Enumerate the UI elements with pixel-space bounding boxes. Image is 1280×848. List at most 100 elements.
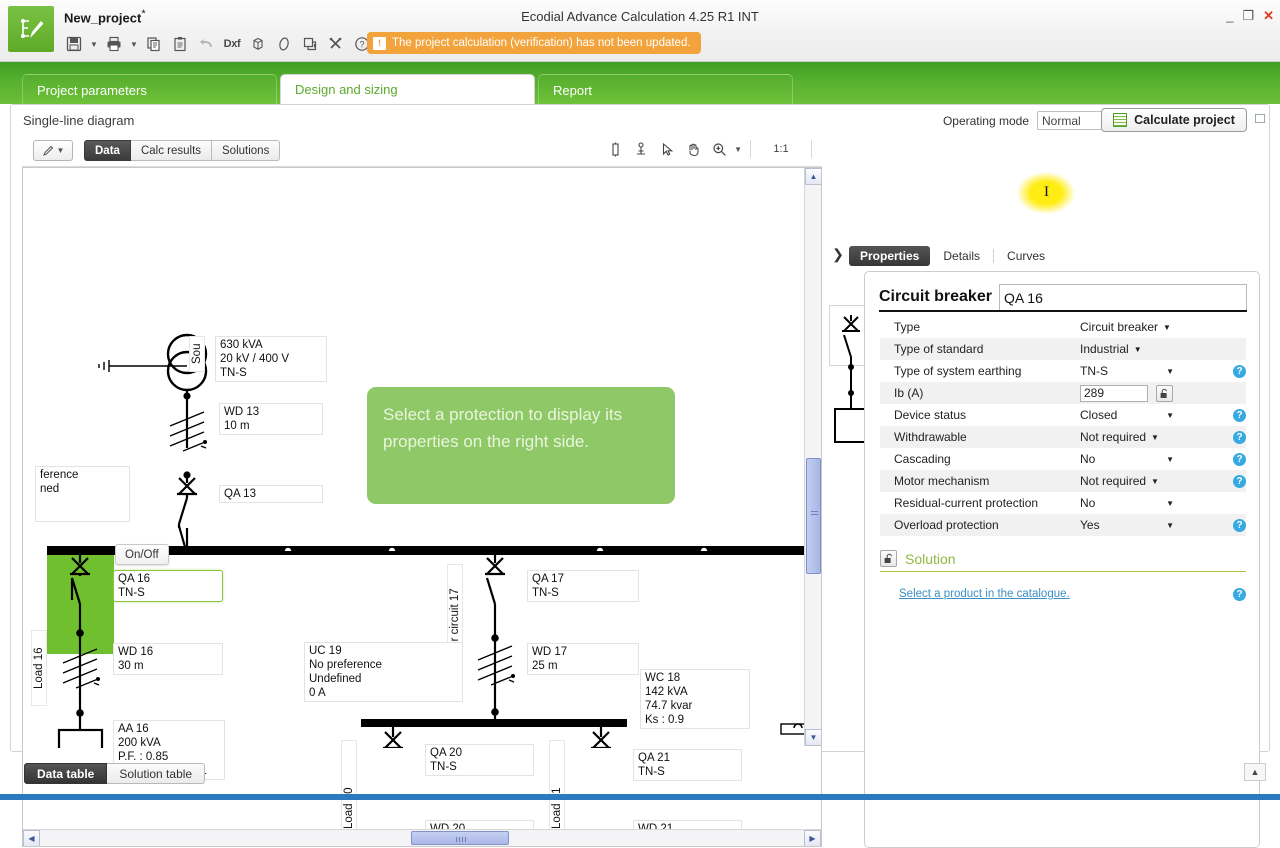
ellipse-icon[interactable] xyxy=(272,32,296,56)
property-value-system-earthing[interactable]: TN-S ▼ xyxy=(1080,364,1210,378)
qa21-label[interactable]: QA 21 TN-S xyxy=(633,749,742,781)
property-value-type-of-standard[interactable]: Industrial ▼ xyxy=(1080,342,1210,356)
chevron-down-icon: ▼ xyxy=(1166,520,1174,530)
chevron-down-icon: ▼ xyxy=(56,146,65,155)
property-row-residual-current-protection: Residual-current protection No ▼ xyxy=(880,492,1246,514)
help-icon-withdrawable[interactable]: ? xyxy=(1233,430,1246,444)
tab-curves[interactable]: Curves xyxy=(996,246,1056,266)
chevron-down-icon: ▼ xyxy=(1166,410,1174,420)
property-value-motor-mechanism[interactable]: Not required ▼ xyxy=(1080,474,1210,488)
qa17-label[interactable]: QA 17 TN-S xyxy=(527,570,639,602)
reference-label[interactable]: ference ned xyxy=(35,466,130,522)
property-value-device-status[interactable]: Closed ▼ xyxy=(1080,408,1210,422)
collapse-bottom-panel-button[interactable]: ▲ xyxy=(1244,763,1266,781)
properties-panel: Circuit breaker QA 16 Type Circuit break… xyxy=(864,271,1260,848)
tab-data[interactable]: Data xyxy=(84,140,131,161)
element-name-input[interactable]: QA 16 xyxy=(998,284,1247,310)
tab-project-parameters[interactable]: Project parameters xyxy=(22,74,277,104)
zoom-dropdown-caret-icon[interactable]: ▼ xyxy=(734,145,742,154)
panel-restore-icon[interactable] xyxy=(1255,114,1265,123)
transformer-label[interactable]: 630 kVA 20 kV / 400 V TN-S xyxy=(215,336,327,382)
chevron-down-icon: ▼ xyxy=(1133,344,1142,354)
title-bar: New_project* Ecodial Advance Calculation… xyxy=(0,0,1280,62)
restore-button[interactable]: ❐ xyxy=(1242,9,1254,22)
tab-report[interactable]: Report xyxy=(538,74,793,104)
help-icon-system-earthing[interactable]: ? xyxy=(1233,364,1246,378)
help-icon-catalogue[interactable]: ? xyxy=(1233,587,1246,601)
tab-details-label: Details xyxy=(943,249,981,263)
toolbar-divider xyxy=(750,140,751,158)
properties-tab-strip: Properties Details Curves xyxy=(849,246,1056,266)
paste-icon[interactable] xyxy=(168,32,192,56)
canvas-vertical-scrollbar[interactable]: ▲ ▼ xyxy=(804,168,821,746)
dxf-export-icon[interactable]: Dxf xyxy=(220,32,244,56)
property-key-type: Type xyxy=(894,320,921,334)
cube-icon[interactable] xyxy=(246,32,270,56)
help-icon-overload-protection[interactable]: ? xyxy=(1233,518,1246,532)
close-button[interactable]: ✕ xyxy=(1263,9,1274,22)
edit-mode-button[interactable]: ▼ xyxy=(33,140,73,161)
vertical-scroll-thumb[interactable] xyxy=(806,458,821,574)
property-value-withdrawable[interactable]: Not required ▼ xyxy=(1080,430,1210,444)
qa16-label[interactable]: QA 16 TN-S xyxy=(113,570,223,602)
calculation-warning-badge: ! The project calculation (verification)… xyxy=(367,32,701,54)
tab-solutions[interactable]: Solutions xyxy=(212,140,281,161)
tab-design-and-sizing[interactable]: Design and sizing xyxy=(280,74,535,104)
tab-curves-label: Curves xyxy=(1007,249,1046,263)
property-value-type-of-standard-text: Industrial xyxy=(1080,342,1129,356)
tab-calc-results[interactable]: Calc results xyxy=(130,140,213,161)
horizontal-scroll-thumb[interactable] xyxy=(411,831,509,845)
scroll-up-button[interactable]: ▲ xyxy=(805,168,821,185)
qa13-label[interactable]: QA 13 xyxy=(219,485,323,503)
tab-data-table[interactable]: Data table xyxy=(24,763,108,784)
library-icon[interactable] xyxy=(298,32,322,56)
tab-details[interactable]: Details xyxy=(932,246,991,266)
svg-text:?: ? xyxy=(359,39,364,49)
lock-toggle-icon[interactable] xyxy=(1156,384,1173,402)
single-line-diagram-canvas[interactable]: Sou Load 16 Feeder circuit 17 Load 20 Lo… xyxy=(22,167,822,847)
page-title: Single-line diagram xyxy=(23,113,135,128)
pan-hand-icon[interactable] xyxy=(682,138,704,160)
calculate-project-button[interactable]: Calculate project xyxy=(1101,108,1247,132)
help-icon-motor-mechanism[interactable]: ? xyxy=(1233,474,1246,488)
property-value-cascading[interactable]: No ▼ xyxy=(1080,452,1210,466)
help-icon-device-status[interactable]: ? xyxy=(1233,408,1246,422)
ib-input[interactable]: 289 xyxy=(1080,384,1148,402)
zoom-icon[interactable] xyxy=(708,138,730,160)
wd13-label[interactable]: WD 13 10 m xyxy=(219,403,323,435)
uc19-label[interactable]: UC 19 No preference Undefined 0 A xyxy=(304,642,463,702)
tab-properties[interactable]: Properties xyxy=(849,246,931,266)
select-product-catalogue-link[interactable]: Select a product in the catalogue. xyxy=(899,588,1070,600)
property-value-overload-protection[interactable]: Yes ▼ xyxy=(1080,518,1210,532)
print-icon[interactable] xyxy=(102,32,126,56)
help-icon-cascading[interactable]: ? xyxy=(1233,452,1246,466)
wc18-label[interactable]: WC 18 142 kVA 74.7 kvar Ks : 0.9 xyxy=(640,669,750,729)
unlock-icon[interactable] xyxy=(880,550,897,567)
print-dropdown-caret-icon[interactable]: ▼ xyxy=(128,32,140,56)
property-row-type: Type Circuit breaker ▼ xyxy=(880,316,1246,338)
solution-section-header: Solution xyxy=(880,550,1246,572)
tab-project-parameters-label: Project parameters xyxy=(37,83,147,98)
tab-solution-table[interactable]: Solution table xyxy=(107,763,206,784)
minimize-button[interactable]: _ xyxy=(1226,9,1233,22)
wd17-label[interactable]: WD 17 25 m xyxy=(527,643,639,675)
busbar-icon[interactable] xyxy=(630,138,652,160)
window-controls: _ ❐ ✕ xyxy=(1226,9,1274,22)
property-value-type[interactable]: Circuit breaker ▼ xyxy=(1080,320,1210,334)
scroll-right-button[interactable]: ▶ xyxy=(804,830,821,846)
canvas-horizontal-scrollbar[interactable]: ◀ ▶ xyxy=(23,829,821,846)
save-dropdown-caret-icon[interactable]: ▼ xyxy=(88,32,100,56)
tools-icon[interactable] xyxy=(324,32,348,56)
copy-icon[interactable] xyxy=(142,32,166,56)
column-icon[interactable] xyxy=(604,138,626,160)
pointer-icon[interactable] xyxy=(656,138,678,160)
scroll-down-button[interactable]: ▼ xyxy=(805,729,821,746)
qa20-label[interactable]: QA 20 TN-S xyxy=(425,744,534,776)
wd16-label[interactable]: WD 16 30 m xyxy=(113,643,223,675)
source-label: Sou xyxy=(189,336,205,372)
expand-properties-arrow-icon[interactable]: ❯ xyxy=(829,245,847,263)
property-row-ib: Ib (A) 289 xyxy=(880,382,1246,404)
save-icon[interactable] xyxy=(62,32,86,56)
property-value-residual-current-protection[interactable]: No ▼ xyxy=(1080,496,1210,510)
scroll-left-button[interactable]: ◀ xyxy=(23,830,40,846)
